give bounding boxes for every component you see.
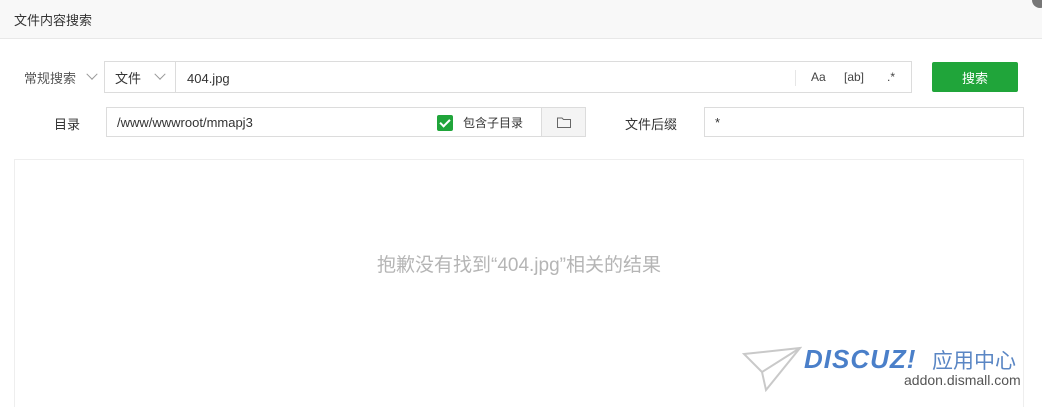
search-mode-label: 常规搜索	[24, 70, 77, 86]
watermark: DISCUZ! 应用中心 addon.dismall.com	[742, 342, 1032, 397]
watermark-url: addon.dismall.com	[904, 372, 1021, 388]
close-icon[interactable]	[1032, 0, 1042, 8]
file-suffix-label: 文件后缀	[625, 117, 678, 132]
search-button[interactable]: 搜索	[932, 62, 1018, 92]
directory-path-input[interactable]	[117, 114, 427, 131]
match-case-toggle[interactable]: Aa	[811, 70, 826, 84]
dialog-title: 文件内容搜索	[14, 13, 93, 28]
watermark-brand: DISCUZ!	[804, 344, 917, 374]
whole-word-toggle[interactable]: [ab]	[844, 70, 864, 84]
search-keyword-input[interactable]	[187, 69, 787, 87]
empty-result-message: 抱歉没有找到“404.jpg”相关的结果	[377, 255, 661, 276]
chevron-down-icon	[154, 68, 166, 80]
watermark-subtitle: 应用中心	[932, 350, 1016, 373]
search-box: 文件 Aa [ab] .*	[104, 61, 912, 93]
options-divider	[795, 70, 796, 86]
folder-icon	[556, 117, 571, 128]
chevron-down-icon	[86, 68, 98, 80]
search-type-label: 文件	[115, 70, 142, 86]
include-subdirectories-checkbox[interactable]: 包含子目录	[437, 114, 523, 131]
search-mode-select[interactable]: 常规搜索	[24, 66, 98, 88]
paper-plane-icon	[742, 346, 802, 392]
directory-label: 目录	[54, 117, 81, 132]
checkbox-checked-icon[interactable]	[437, 114, 453, 131]
regex-toggle[interactable]: .*	[887, 70, 895, 84]
directory-box: 包含子目录	[106, 107, 586, 137]
dialog-titlebar: 文件内容搜索	[0, 0, 1042, 39]
file-suffix-input[interactable]	[704, 107, 1024, 137]
browse-folder-button[interactable]	[541, 108, 585, 136]
search-type-select[interactable]: 文件	[105, 62, 176, 92]
include-subdirectories-label: 包含子目录	[463, 116, 524, 130]
